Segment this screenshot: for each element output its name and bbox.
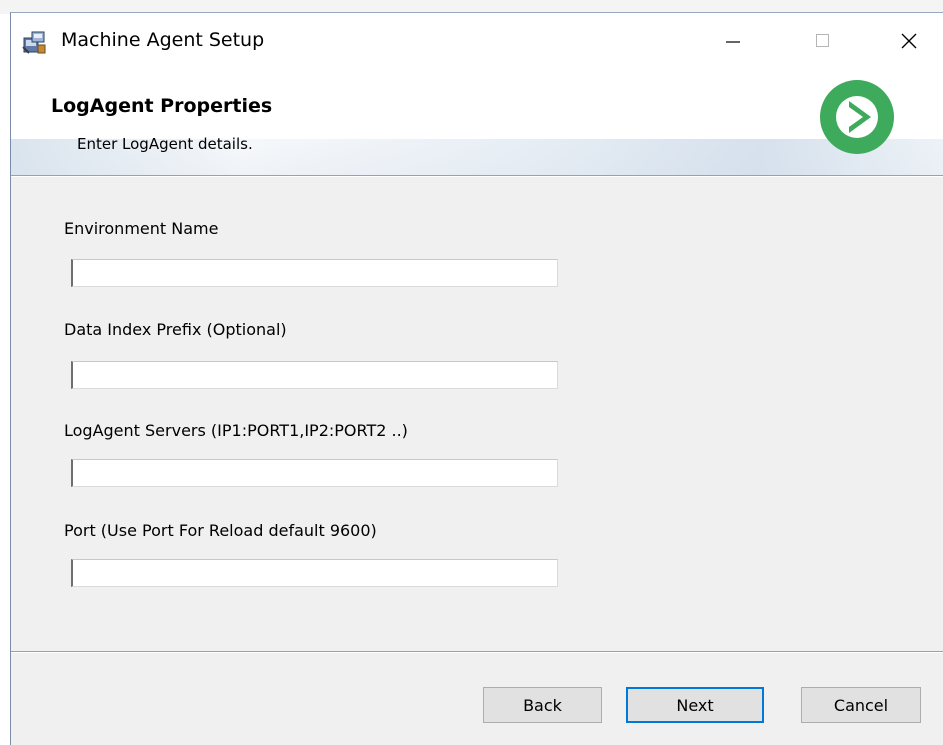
back-button[interactable]: Back xyxy=(483,687,602,723)
header-banner: LogAgent Properties Enter LogAgent detai… xyxy=(11,69,943,175)
port-input[interactable] xyxy=(71,559,558,587)
page-title: LogAgent Properties xyxy=(51,95,273,117)
cancel-button[interactable]: Cancel xyxy=(801,687,921,723)
data-index-prefix-input[interactable] xyxy=(71,361,558,389)
next-button[interactable]: Next xyxy=(626,687,764,723)
setup-dialog: Machine Agent Setup LogAgent Properties … xyxy=(10,12,943,745)
logagent-servers-input[interactable] xyxy=(71,459,558,487)
data-index-prefix-label: Data Index Prefix (Optional) xyxy=(64,320,287,339)
title-bar: Machine Agent Setup xyxy=(11,13,943,69)
appdynamics-logo-icon xyxy=(820,80,894,154)
logagent-servers-label: LogAgent Servers (IP1:PORT1,IP2:PORT2 ..… xyxy=(64,421,408,440)
window-title: Machine Agent Setup xyxy=(61,29,265,51)
environment-name-label: Environment Name xyxy=(64,219,219,238)
header-divider xyxy=(11,175,943,177)
maximize-icon xyxy=(816,34,829,47)
close-icon xyxy=(901,33,917,49)
maximize-button[interactable] xyxy=(791,13,855,69)
page-subtitle: Enter LogAgent details. xyxy=(77,135,253,153)
port-label: Port (Use Port For Reload default 9600) xyxy=(64,521,377,540)
environment-name-input[interactable] xyxy=(71,259,558,287)
minimize-button[interactable] xyxy=(701,13,765,69)
footer-divider xyxy=(11,651,943,653)
minimize-icon xyxy=(726,41,740,43)
close-button[interactable] xyxy=(877,13,941,69)
installer-icon xyxy=(22,31,46,54)
